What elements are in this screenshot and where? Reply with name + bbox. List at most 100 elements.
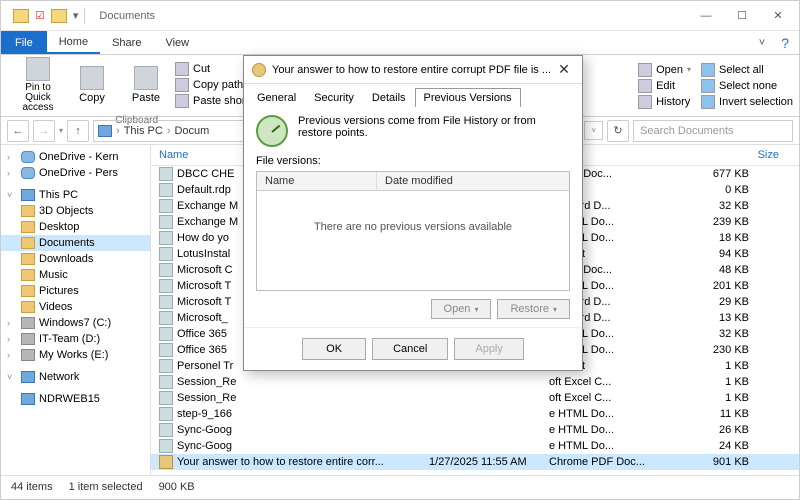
tab-home[interactable]: Home (47, 31, 100, 54)
close-button[interactable]: ✕ (761, 4, 795, 28)
file-icon (159, 215, 173, 229)
file-icon (159, 439, 173, 453)
crumb-thispc[interactable]: This PC (124, 125, 163, 137)
edit-button[interactable]: Edit (638, 79, 691, 93)
address-dropdown[interactable]: ˅ (584, 121, 603, 140)
folder-icon (21, 285, 35, 297)
folder-icon (21, 189, 35, 201)
qat-dropdown[interactable]: ▾ (73, 9, 79, 22)
folder-icon (21, 269, 35, 281)
invert-selection-button[interactable]: Invert selection (701, 95, 793, 109)
dialog-file-icon (252, 63, 266, 77)
ribbon-tabs: File Home Share View ˅ ? (1, 31, 799, 55)
file-tab[interactable]: File (1, 31, 47, 54)
select-all-button[interactable]: Select all (701, 63, 793, 77)
properties-dialog: Your answer to how to restore entire cor… (243, 55, 583, 371)
pin-icon (26, 57, 50, 81)
nav-item[interactable]: Desktop (1, 219, 150, 235)
nav-item[interactable]: ›OneDrive - Pers (1, 165, 150, 181)
refresh-button[interactable]: ↻ (607, 120, 629, 142)
paste-shortcut-icon (175, 94, 189, 108)
folder-icon (21, 301, 35, 313)
apply-button[interactable]: Apply (454, 338, 524, 360)
select-all-icon (701, 63, 715, 77)
maximize-button[interactable]: ☐ (725, 4, 759, 28)
nav-item[interactable]: Documents (1, 235, 150, 251)
nav-item[interactable]: NDRWEB15 (1, 391, 150, 407)
nav-item[interactable]: ›OneDrive - Kern (1, 149, 150, 165)
nav-item[interactable]: ˅Network (1, 369, 150, 385)
edit-icon (638, 79, 652, 93)
paste-button[interactable]: Paste (121, 66, 171, 104)
nav-item[interactable]: ›My Works (E:) (1, 347, 150, 363)
version-restore-button[interactable]: Restore▾ (497, 299, 570, 319)
nav-item[interactable]: Music (1, 267, 150, 283)
file-row[interactable]: Sync-Googe HTML Do...24 KB (151, 438, 799, 454)
help-icon[interactable]: ? (771, 35, 799, 51)
copy-button[interactable]: Copy (67, 66, 117, 104)
crumb-documents[interactable]: Docum (174, 125, 209, 137)
dialog-hint: Previous versions come from File History… (298, 115, 570, 139)
folder-icon (21, 167, 35, 179)
versions-col-date[interactable]: Date modified (377, 172, 569, 190)
ribbon-expand[interactable]: ˅ (753, 37, 771, 49)
ok-button[interactable]: OK (302, 338, 366, 360)
tab-security[interactable]: Security (305, 88, 363, 107)
checkbox-icon[interactable]: ☑ (35, 9, 45, 22)
tab-view[interactable]: View (153, 31, 201, 54)
nav-item[interactable]: ›Windows7 (C:) (1, 315, 150, 331)
search-input[interactable]: Search Documents (633, 120, 793, 142)
versions-list[interactable]: Name Date modified There are no previous… (256, 171, 570, 291)
history-button[interactable]: History (638, 95, 691, 109)
dialog-close-button[interactable]: ✕ (554, 61, 574, 78)
dialog-title: Your answer to how to restore entire cor… (272, 64, 554, 76)
versions-empty-text: There are no previous versions available (257, 191, 569, 233)
qat-folder-icon[interactable] (51, 9, 67, 23)
nav-item[interactable]: Pictures (1, 283, 150, 299)
file-row[interactable]: Session_Reoft Excel C...1 KB (151, 374, 799, 390)
folder-icon (21, 221, 35, 233)
cut-icon (175, 62, 189, 76)
file-row-selected[interactable]: Your answer to how to restore entire cor… (151, 454, 799, 470)
nav-item[interactable]: Downloads (1, 251, 150, 267)
tab-share[interactable]: Share (100, 31, 153, 54)
titlebar: ☑ ▾ Documents — ☐ ✕ (1, 1, 799, 31)
file-row[interactable]: step-9_166e HTML Do...11 KB (151, 406, 799, 422)
recent-dropdown[interactable]: ▾ (59, 126, 63, 135)
nav-item[interactable]: Videos (1, 299, 150, 315)
dialog-tabs: General Security Details Previous Versio… (244, 84, 582, 107)
file-row[interactable]: Sync-Googe HTML Do...26 KB (151, 422, 799, 438)
file-icon (159, 359, 173, 373)
nav-item[interactable]: ˅This PC (1, 187, 150, 203)
col-size[interactable]: Size (699, 149, 779, 161)
folder-icon (21, 333, 35, 345)
back-button[interactable]: ← (7, 120, 29, 142)
file-icon (159, 199, 173, 213)
file-icon (159, 423, 173, 437)
minimize-button[interactable]: — (689, 4, 723, 28)
forward-button[interactable]: → (33, 120, 55, 142)
pin-button[interactable]: Pin to Quick access (13, 57, 63, 113)
select-none-button[interactable]: Select none (701, 79, 793, 93)
nav-item[interactable]: ›IT-Team (D:) (1, 331, 150, 347)
cancel-button[interactable]: Cancel (372, 338, 448, 360)
tab-general[interactable]: General (248, 88, 305, 107)
open-icon (638, 63, 652, 77)
window-title: Documents (93, 10, 689, 22)
open-button[interactable]: Open ▾ (638, 63, 691, 77)
versions-col-name[interactable]: Name (257, 172, 377, 190)
up-button[interactable]: ↑ (67, 120, 89, 142)
copy-icon (80, 66, 104, 90)
version-open-button[interactable]: Open▾ (431, 299, 492, 319)
nav-item[interactable]: 3D Objects (1, 203, 150, 219)
file-icon (159, 279, 173, 293)
tab-previous-versions[interactable]: Previous Versions (415, 88, 521, 107)
folder-icon (21, 349, 35, 361)
folder-icon (21, 205, 35, 217)
file-icon (159, 183, 173, 197)
tab-details[interactable]: Details (363, 88, 415, 107)
file-icon (159, 231, 173, 245)
copy-path-icon (175, 78, 189, 92)
folder-icon (21, 151, 35, 163)
file-row[interactable]: Session_Reoft Excel C...1 KB (151, 390, 799, 406)
